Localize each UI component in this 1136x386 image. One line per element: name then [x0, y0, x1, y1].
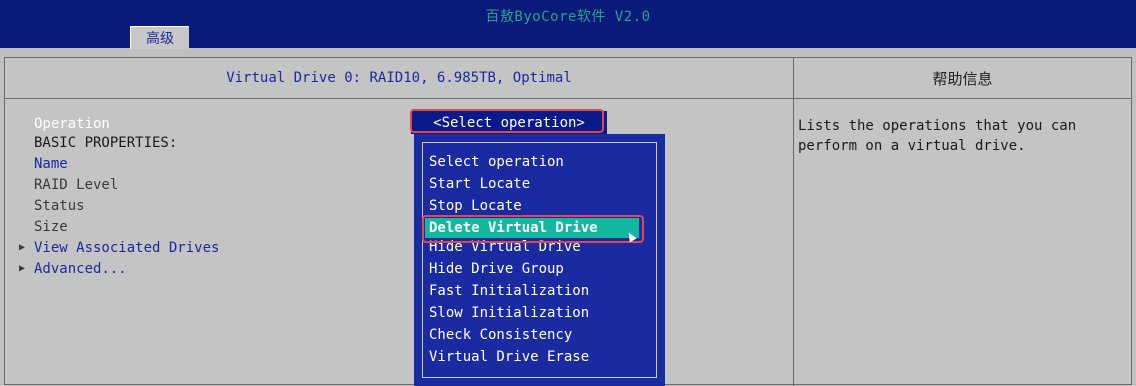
app-title: 百敖ByoCore软件 V2.0	[485, 9, 651, 25]
option-virtual-drive-erase[interactable]: Virtual Drive Erase	[429, 349, 589, 366]
option-select-operation[interactable]: Select operation	[429, 154, 564, 171]
panel-divider	[793, 58, 794, 386]
option-stop-locate[interactable]: Stop Locate	[429, 198, 522, 215]
top-bar: 百敖ByoCore软件 V2.0 高级	[0, 0, 1136, 49]
option-start-locate[interactable]: Start Locate	[429, 176, 530, 193]
advanced-link[interactable]: Advanced...	[34, 262, 127, 277]
option-fast-initialization[interactable]: Fast Initialization	[429, 283, 589, 300]
help-description: Lists the operations that you can perfor…	[798, 118, 1077, 154]
name-label[interactable]: Name	[34, 157, 68, 172]
option-highlight-box	[422, 215, 644, 243]
size-label: Size	[34, 219, 68, 235]
option-hide-drive-group[interactable]: Hide Drive Group	[429, 261, 564, 278]
basic-properties-heading: BASIC PROPERTIES:	[34, 135, 178, 151]
main-panel: Virtual Drive 0: RAID10, 6.985TB, Optima…	[4, 57, 1132, 386]
virtual-drive-title: Virtual Drive 0: RAID10, 6.985TB, Optima…	[5, 58, 793, 99]
option-slow-initialization[interactable]: Slow Initialization	[429, 305, 589, 322]
help-title: 帮助信息	[794, 58, 1131, 99]
expand-arrow-icon: ▶	[19, 242, 26, 253]
operation-label[interactable]: Operation	[34, 117, 110, 132]
status-label: Status	[34, 198, 85, 214]
operation-select-highlight	[410, 109, 604, 133]
raid-level-label: RAID Level	[34, 177, 119, 193]
view-associated-drives-link[interactable]: View Associated Drives	[34, 241, 219, 256]
operation-dropdown: Select operation Start Locate Stop Locat…	[414, 134, 665, 386]
tab-advanced[interactable]: 高级	[130, 26, 189, 49]
option-check-consistency[interactable]: Check Consistency	[429, 327, 572, 344]
expand-arrow-icon: ▶	[19, 263, 26, 274]
